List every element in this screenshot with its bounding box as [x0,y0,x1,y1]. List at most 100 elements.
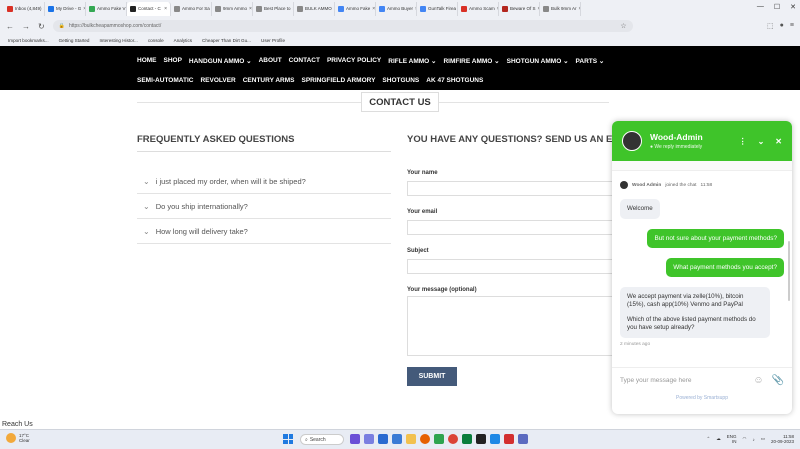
nav-item[interactable]: SHOTGUNS [382,77,419,84]
close-tab-icon[interactable]: × [579,6,580,12]
favicon-icon [174,5,180,12]
close-tab-icon[interactable]: × [164,6,167,12]
nav-item[interactable]: SHOP [164,57,182,65]
folder-icon[interactable] [406,434,416,444]
nav-item[interactable]: HANDGUN AMMO ⌄ [189,57,252,65]
chrome-icon[interactable] [448,434,458,444]
nav-item[interactable]: SEMI-AUTOMATIC [137,77,193,84]
subject-input[interactable] [407,259,613,274]
browser-tab[interactable]: BULK AMMO× [294,1,335,16]
close-window-icon[interactable]: ✕ [790,3,796,11]
app-icon[interactable] [504,434,514,444]
reload-icon[interactable]: ↻ [38,22,45,31]
tab-label: BULK AMMO [305,6,332,11]
back-icon[interactable]: ← [6,22,14,31]
app-icon[interactable] [490,434,500,444]
chat-input[interactable]: Type your message here ☺ 📎 [612,367,792,393]
email-input[interactable] [407,220,613,235]
url-bar[interactable]: 🔒 https://bulkcheapammoshop.com/contact/… [52,20,633,32]
app-icon[interactable] [350,434,360,444]
nav-item[interactable]: REVOLVER [200,77,235,84]
faq-item[interactable]: ⌄ How long will delivery take? [137,220,391,244]
taskbar-search[interactable]: ⌕ Search [300,434,344,445]
browser-tab[interactable]: Ammo Fake V× [86,1,127,16]
bookmark-item[interactable]: Cheaper Than Dirt Gu... [202,38,251,43]
browser-tab[interactable]: GunTalk Firea× [417,1,458,16]
submit-button[interactable]: SUBMIT [407,367,457,386]
bookmark-item[interactable]: Interesting Histor... [100,38,138,43]
minimize-icon[interactable]: — [757,3,764,11]
bookmark-item[interactable]: Getting Started [59,38,90,43]
speaker-icon[interactable]: ♪ [752,437,754,442]
browser-tab[interactable]: Ammo Buyer× [376,1,417,16]
browser-tab[interactable]: Ammo For Sa× [171,1,212,16]
tab-label: My Drive - G [56,6,82,11]
attachment-icon[interactable]: 📎 [772,375,784,386]
nav-item[interactable]: ABOUT [259,57,282,65]
browser-tab[interactable]: Inbox (4,849)× [4,1,45,16]
browser-chrome: Inbox (4,849)×My Drive - G×Ammo Fake V×C… [0,0,800,46]
chat-scrollbar[interactable] [788,241,790,301]
bookmark-item[interactable]: User Profile [261,38,285,43]
tab-label: GunTalk Firea [428,6,457,11]
wifi-icon[interactable]: ◠ [743,436,747,442]
bookmark-star-icon[interactable]: ☆ [620,22,626,30]
app-icon[interactable] [364,434,374,444]
browser-tab[interactable]: Ammo Scam× [458,1,499,16]
windows-start-icon[interactable] [283,434,293,444]
app-icon[interactable] [518,434,528,444]
previous-message-edge [612,161,792,171]
chevron-up-icon[interactable]: ⌃ [706,436,710,442]
browser-tab[interactable]: My Drive - G × [45,1,86,16]
faq-item[interactable]: ⌄ i just placed my order, when will it be… [137,170,391,194]
maximize-icon[interactable]: ☐ [774,3,780,11]
minimize-chat-icon[interactable]: ⌄ [758,137,765,146]
app-icon[interactable] [392,434,402,444]
nav-item[interactable]: SHOTGUN AMMO ⌄ [507,57,569,65]
app-icon[interactable] [434,434,444,444]
firefox-icon[interactable] [420,434,430,444]
nav-item[interactable]: HOME [137,57,157,65]
browser-tab[interactable]: Best Place to× [253,1,294,16]
browser-tab[interactable]: Beware Of S× [499,1,540,16]
cloud-icon[interactable]: ☁ [716,436,721,442]
forward-icon[interactable]: → [22,22,30,31]
app-icon[interactable] [476,434,486,444]
message-textarea[interactable] [407,296,613,356]
agent-message: Welcome [620,199,660,219]
nav-item[interactable]: RIMFIRE AMMO ⌄ [443,57,499,65]
battery-icon[interactable]: ▭ [761,436,765,442]
browser-tab[interactable]: 9mm Ammo × [212,1,253,16]
close-tab-icon[interactable]: × [372,6,375,12]
nav-item[interactable]: PRIVACY POLICY [327,57,381,65]
address-bar-row: ← → ↻ 🔒 https://bulkcheapammoshop.com/co… [0,17,800,35]
clock[interactable]: 11:58 20-09-2023 [771,434,794,444]
weather-widget[interactable]: 17°C Clear [6,433,30,443]
browser-tab[interactable]: Contact - C × [127,1,171,16]
nav-item[interactable]: AK 47 SHOTGUNS [426,77,483,84]
favicon-icon [215,5,221,12]
more-options-icon[interactable]: ⋮ [739,137,747,146]
app-icon[interactable] [378,434,388,444]
bookmark-item[interactable]: console [148,38,164,43]
nav-item[interactable]: RIFLE AMMO ⌄ [388,57,436,65]
browser-tab[interactable]: Bulk 9mm Ar× [540,1,581,16]
nav-item[interactable]: PARTS ⌄ [576,57,605,65]
language-indicator[interactable]: ENG IN [727,434,737,444]
browser-tab[interactable]: Ammo Fake × [335,1,376,16]
nav-item[interactable]: SPRINGFIELD ARMORY [302,77,376,84]
close-chat-icon[interactable]: ✕ [775,137,782,146]
profile-icon[interactable]: ● [780,22,784,30]
nav-item[interactable]: CONTACT [289,57,320,65]
form-heading: YOU HAVE ANY QUESTIONS? SEND US AN EMAIL [407,134,636,145]
bookmark-item[interactable]: Analytics [174,38,192,43]
nav-item[interactable]: CENTURY ARMS [243,77,295,84]
extension-icon[interactable]: ⬚ [767,22,774,30]
emoji-icon[interactable]: ☺ [753,375,763,386]
close-tab-icon[interactable]: × [249,6,252,12]
faq-item[interactable]: ⌄ Do you ship internationally? [137,195,391,219]
menu-icon[interactable]: ≡ [790,22,794,30]
name-input[interactable] [407,181,613,196]
bookmark-item[interactable]: Import bookmarks... [8,38,49,43]
app-icon[interactable] [462,434,472,444]
